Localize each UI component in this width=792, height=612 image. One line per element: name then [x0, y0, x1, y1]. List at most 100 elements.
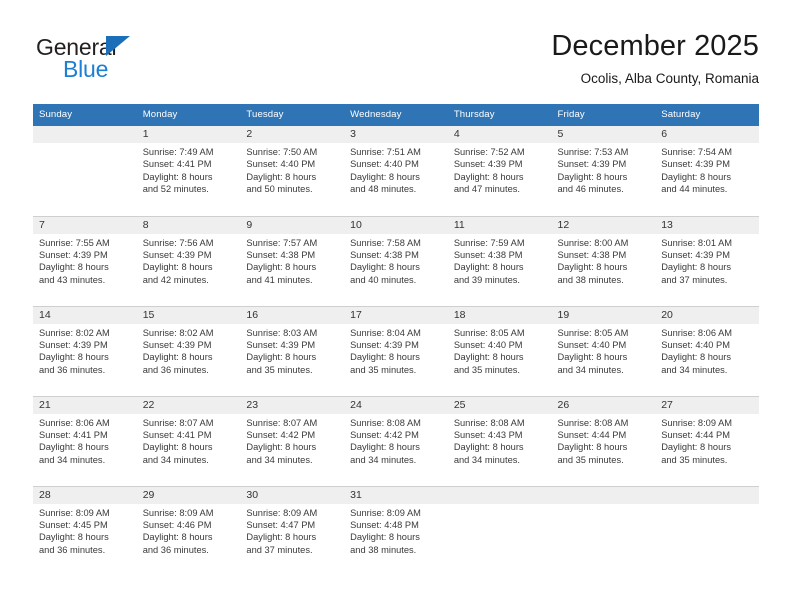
calendar-day-cell[interactable]: 11 Sunrise: 7:59 AM Sunset: 4:38 PM Dayligh…	[447, 215, 552, 306]
day-number: 20	[655, 306, 759, 324]
sunset-text: Sunset: 4:39 PM	[453, 159, 523, 170]
daylight-text-line1: Daylight: 8 hours	[142, 171, 213, 182]
sunset-text: Sunset: 4:44 PM	[661, 429, 730, 440]
sunrise-text: Sunrise: 8:07 AM	[142, 417, 214, 428]
day-number: 16	[240, 306, 345, 324]
weekday-header-friday: Friday	[551, 104, 656, 126]
sunrise-text: Sunrise: 8:03 AM	[246, 327, 318, 338]
calendar-day-cell[interactable]: 29 Sunrise: 8:09 AM Sunset: 4:46 PM Dayligh…	[136, 485, 241, 576]
calendar-day-cell[interactable]: 2 Sunrise: 7:50 AM Sunset: 4:40 PM Daylight…	[240, 126, 345, 216]
calendar-day-cell[interactable]: 28 Sunrise: 8:09 AM Sunset: 4:45 PM Dayligh…	[33, 485, 137, 576]
calendar-day-cell[interactable]: 6 Sunrise: 7:54 AM Sunset: 4:39 PM Daylight…	[655, 126, 759, 216]
day-number: 25	[447, 396, 552, 414]
daylight-text-line1: Daylight: 8 hours	[661, 442, 731, 453]
calendar-day-cell[interactable]: 15 Sunrise: 8:02 AM Sunset: 4:39 PM Dayligh…	[136, 305, 241, 396]
calendar-day-cell[interactable]: 16 Sunrise: 8:03 AM Sunset: 4:39 PM Dayligh…	[240, 305, 345, 396]
sunrise-text: Sunrise: 8:02 AM	[39, 327, 110, 338]
day-details: Sunrise: 7:49 AM Sunset: 4:41 PM Daylight:…	[137, 143, 241, 196]
daylight-text-line2: and 35 minutes.	[557, 454, 624, 465]
day-number: 30	[240, 486, 345, 504]
calendar-day-cell[interactable]: 8 Sunrise: 7:56 AM Sunset: 4:39 PM Daylight…	[136, 215, 241, 306]
daylight-text-line2: and 41 minutes.	[246, 274, 313, 285]
day-details: Sunrise: 8:07 AM Sunset: 4:41 PM Daylight:…	[137, 414, 241, 467]
calendar-week-row: 1 Sunrise: 7:49 AM Sunset: 4:41 PM Daylight…	[33, 126, 759, 216]
sunrise-text: Sunrise: 7:50 AM	[246, 147, 318, 157]
day-details: Sunrise: 8:08 AM Sunset: 4:44 PM Daylight:…	[552, 414, 656, 467]
sunrise-text: Sunrise: 8:09 AM	[246, 507, 318, 518]
daylight-text-line2: and 36 minutes.	[142, 364, 209, 375]
calendar-day-cell[interactable]: 18 Sunrise: 8:05 AM Sunset: 4:40 PM Dayligh…	[447, 305, 552, 396]
daylight-text-line2: and 43 minutes.	[39, 274, 106, 285]
day-details: Sunrise: 7:59 AM Sunset: 4:38 PM Daylight:…	[448, 234, 552, 287]
sunset-text: Sunset: 4:38 PM	[246, 249, 316, 260]
title-block: December 2025 Ocolis, Alba County, Roman…	[551, 28, 759, 87]
calendar-day-cell[interactable]: 20 Sunrise: 8:06 AM Sunset: 4:40 PM Dayligh…	[655, 305, 759, 396]
calendar-day-cell[interactable]: 12 Sunrise: 8:00 AM Sunset: 4:38 PM Dayligh…	[551, 215, 656, 306]
calendar-day-cell[interactable]: 25 Sunrise: 8:08 AM Sunset: 4:43 PM Dayligh…	[447, 395, 552, 486]
sunrise-text: Sunrise: 8:09 AM	[661, 417, 733, 428]
day-number: 9	[240, 216, 345, 234]
sunrise-text: Sunrise: 8:06 AM	[661, 327, 733, 338]
day-details: Sunrise: 8:05 AM Sunset: 4:40 PM Daylight:…	[552, 324, 656, 377]
day-details: Sunrise: 8:09 AM Sunset: 4:45 PM Daylight:…	[33, 504, 137, 557]
daylight-text-line1: Daylight: 8 hours	[246, 352, 317, 363]
daylight-text-line1: Daylight: 8 hours	[350, 442, 420, 453]
calendar-day-cell[interactable]: 5 Sunrise: 7:53 AM Sunset: 4:39 PM Daylight…	[551, 126, 656, 216]
generalblue-logo[interactable]: General Blue	[33, 34, 263, 90]
daylight-text-line2: and 35 minutes.	[661, 454, 728, 465]
day-details: Sunrise: 8:09 AM Sunset: 4:47 PM Daylight:…	[240, 504, 344, 557]
day-number: 13	[655, 216, 759, 234]
calendar-day-cell[interactable]: 3 Sunrise: 7:51 AM Sunset: 4:40 PM Daylight…	[344, 126, 448, 216]
calendar-day-cell[interactable]: 1 Sunrise: 7:49 AM Sunset: 4:41 PM Daylight…	[136, 126, 241, 216]
sunset-text: Sunset: 4:39 PM	[142, 339, 212, 350]
calendar-day-cell[interactable]: 26 Sunrise: 8:08 AM Sunset: 4:44 PM Dayligh…	[551, 395, 656, 486]
sunrise-text: Sunrise: 7:54 AM	[661, 147, 733, 157]
sunset-text: Sunset: 4:42 PM	[350, 429, 419, 440]
sunset-text: Sunset: 4:40 PM	[557, 339, 627, 350]
day-details: Sunrise: 8:07 AM Sunset: 4:42 PM Daylight:…	[240, 414, 344, 467]
sunset-text: Sunset: 4:39 PM	[350, 339, 419, 350]
sunrise-text: Sunrise: 8:09 AM	[142, 507, 214, 518]
sunrise-text: Sunrise: 7:52 AM	[453, 147, 525, 157]
calendar-body: 1 Sunrise: 7:49 AM Sunset: 4:41 PM Daylight…	[33, 126, 759, 576]
calendar-day-cell[interactable]: 22 Sunrise: 8:07 AM Sunset: 4:41 PM Dayligh…	[136, 395, 241, 486]
calendar-day-cell[interactable]: 30 Sunrise: 8:09 AM Sunset: 4:47 PM Dayligh…	[240, 485, 345, 576]
daylight-text-line1: Daylight: 8 hours	[142, 352, 213, 363]
daylight-text-line1: Daylight: 8 hours	[142, 442, 213, 453]
calendar-day-cell-empty	[655, 485, 759, 576]
calendar-day-cell[interactable]: 4 Sunrise: 7:52 AM Sunset: 4:39 PM Daylight…	[447, 126, 552, 216]
daylight-text-line2: and 34 minutes.	[661, 364, 728, 375]
weekday-header-saturday: Saturday	[655, 104, 759, 126]
calendar-day-cell[interactable]: 7 Sunrise: 7:55 AM Sunset: 4:39 PM Daylight…	[33, 215, 137, 306]
sunrise-text: Sunrise: 8:08 AM	[453, 417, 525, 428]
day-details: Sunrise: 8:05 AM Sunset: 4:40 PM Daylight:…	[448, 324, 552, 377]
sunrise-text: Sunrise: 8:06 AM	[39, 417, 110, 428]
page-title: December 2025	[551, 30, 759, 62]
calendar-day-cell[interactable]: 27 Sunrise: 8:09 AM Sunset: 4:44 PM Dayligh…	[655, 395, 759, 486]
sunset-text: Sunset: 4:39 PM	[39, 339, 108, 350]
calendar-day-cell[interactable]: 21 Sunrise: 8:06 AM Sunset: 4:41 PM Dayligh…	[33, 395, 137, 486]
calendar-day-cell[interactable]: 10 Sunrise: 7:58 AM Sunset: 4:38 PM Dayligh…	[344, 215, 448, 306]
calendar-day-cell[interactable]: 23 Sunrise: 8:07 AM Sunset: 4:42 PM Dayligh…	[240, 395, 345, 486]
sunset-text: Sunset: 4:38 PM	[350, 249, 419, 260]
weekday-header-sunday: Sunday	[33, 104, 137, 126]
sunrise-text: Sunrise: 8:05 AM	[557, 327, 629, 338]
daylight-text-line2: and 46 minutes.	[557, 184, 624, 195]
sunset-text: Sunset: 4:41 PM	[142, 159, 212, 170]
sunset-text: Sunset: 4:40 PM	[350, 159, 419, 170]
daylight-text-line1: Daylight: 8 hours	[350, 262, 420, 273]
day-number: 7	[33, 216, 137, 234]
calendar-day-cell[interactable]: 9 Sunrise: 7:57 AM Sunset: 4:38 PM Daylight…	[240, 215, 345, 306]
sunset-text: Sunset: 4:40 PM	[246, 159, 316, 170]
calendar-day-cell[interactable]: 13 Sunrise: 8:01 AM Sunset: 4:39 PM Dayligh…	[655, 215, 759, 306]
calendar-day-cell[interactable]: 17 Sunrise: 8:04 AM Sunset: 4:39 PM Dayligh…	[344, 305, 448, 396]
calendar-day-cell[interactable]: 14 Sunrise: 8:02 AM Sunset: 4:39 PM Dayligh…	[33, 305, 137, 396]
calendar-week-row: 7 Sunrise: 7:55 AM Sunset: 4:39 PM Daylight…	[33, 215, 759, 306]
calendar-day-cell[interactable]: 24 Sunrise: 8:08 AM Sunset: 4:42 PM Dayligh…	[344, 395, 448, 486]
day-number: 5	[551, 126, 656, 143]
day-number	[33, 126, 137, 143]
weekday-header-monday: Monday	[136, 104, 241, 126]
calendar-day-cell[interactable]: 31 Sunrise: 8:09 AM Sunset: 4:48 PM Dayligh…	[344, 485, 448, 576]
calendar-day-cell[interactable]: 19 Sunrise: 8:05 AM Sunset: 4:40 PM Dayligh…	[551, 305, 656, 396]
daylight-text-line2: and 34 minutes.	[350, 454, 417, 465]
